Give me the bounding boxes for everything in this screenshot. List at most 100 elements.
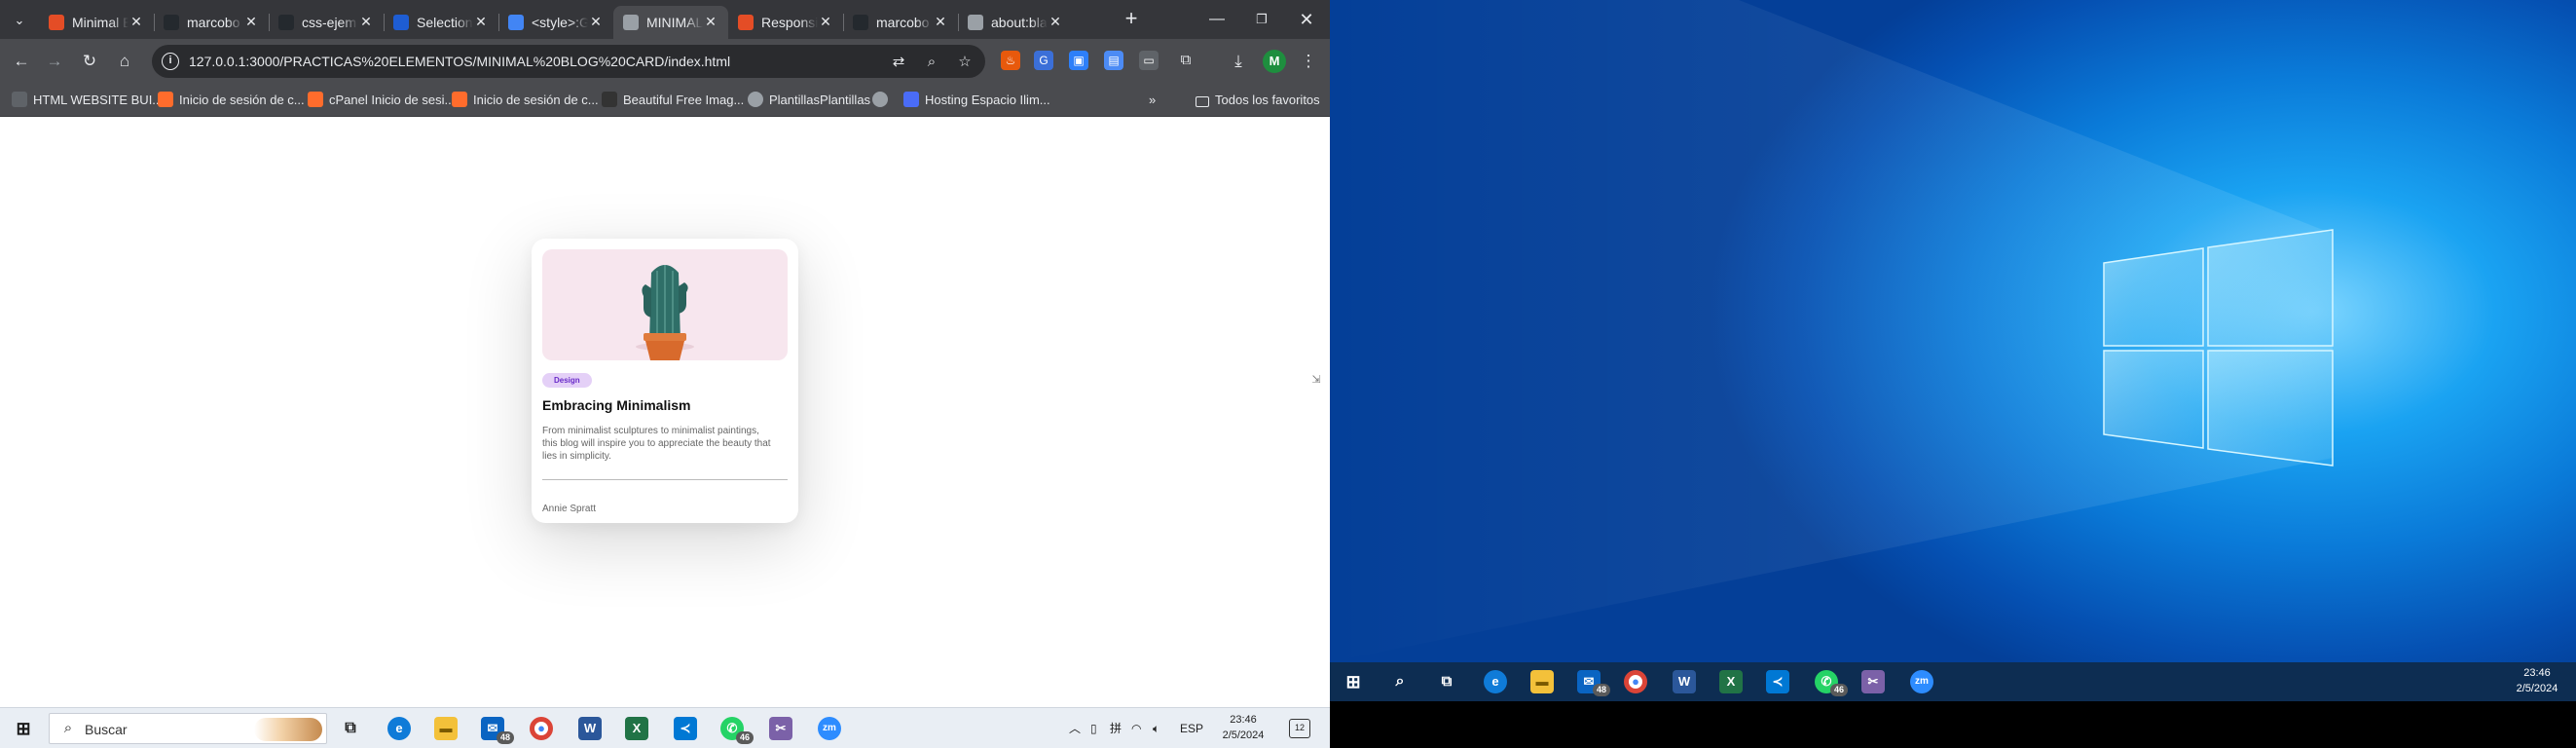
bookmark-item[interactable]: Inicio de sesión de c... <box>452 91 599 110</box>
web-page-content: Design Embracing Minimalism From minimal… <box>0 118 1330 707</box>
edge-icon-right[interactable]: e <box>1484 670 1507 693</box>
tray-device-icon[interactable]: ▯ <box>1090 720 1097 737</box>
extension-doc-icon[interactable]: ▤ <box>1104 51 1123 70</box>
chrome-icon-right[interactable]: ● <box>1624 670 1647 693</box>
tab-title: Minimal B <box>72 15 129 30</box>
translate-icon[interactable]: ⇄ <box>888 52 909 73</box>
tab-close-icon[interactable]: ✕ <box>588 14 604 29</box>
excel-icon[interactable]: X <box>625 717 648 740</box>
downloads-icon[interactable]: ⤓ <box>1227 50 1250 73</box>
browser-tab[interactable]: about:bla ✕ <box>958 6 1073 39</box>
bookmark-item[interactable]: HTML WEBSITE BUI... <box>12 91 163 110</box>
bookmark-item[interactable]: Inicio de sesión de c... <box>158 91 305 110</box>
browser-tab[interactable]: Responsi ✕ <box>728 6 843 39</box>
task-view-icon[interactable]: ⧉ <box>339 717 362 740</box>
volume-icon[interactable]: 🔈︎ <box>1153 720 1159 737</box>
bookmark-item[interactable]: cPanel Inicio de sesi... <box>308 91 455 110</box>
globe-icon <box>872 92 888 107</box>
bookmark-star-icon[interactable]: ☆ <box>954 52 975 73</box>
category-badge[interactable]: Design <box>542 373 592 388</box>
app-snip-icon-right[interactable]: ✂ <box>1861 670 1885 693</box>
reload-icon[interactable]: ↻ <box>78 50 101 73</box>
clock-right[interactable]: 23:46 2/5/2024 <box>2508 665 2566 696</box>
edge-icon[interactable]: e <box>387 717 411 740</box>
bookmark-label: Inicio de sesión de c... <box>179 93 305 107</box>
site-info-icon[interactable]: i <box>162 53 179 70</box>
tray-overflow-icon[interactable]: ︿ <box>1069 720 1081 737</box>
wifi-icon[interactable]: ◠ <box>1131 720 1141 737</box>
zoom-icon[interactable]: ⌕ <box>921 52 942 73</box>
search-highlight-image <box>254 718 322 741</box>
bookmarks-overflow-icon[interactable]: » <box>1149 91 1156 110</box>
browser-tab[interactable]: Selection ✕ <box>384 6 498 39</box>
extension-translate-icon[interactable]: G <box>1034 51 1053 70</box>
bookmark-label: Beautiful Free Imag... <box>623 93 745 107</box>
extensions-puzzle-icon[interactable]: ⧉ <box>1176 51 1196 70</box>
file-explorer-icon[interactable]: ▬ <box>434 717 458 740</box>
bookmark-item[interactable]: PlantillasPlantillas <box>748 91 870 110</box>
app-snip-icon[interactable]: ✂ <box>769 717 792 740</box>
browser-tab[interactable]: MINIMAL ✕ <box>613 6 728 39</box>
browser-tab[interactable]: css-ejem ✕ <box>269 6 384 39</box>
zoom-app-icon-right[interactable]: zm <box>1910 670 1933 693</box>
profile-avatar[interactable]: M <box>1263 50 1286 73</box>
tab-close-icon[interactable]: ✕ <box>703 14 718 29</box>
extension-window-icon[interactable]: ▣ <box>1069 51 1088 70</box>
vscode-icon[interactable]: ≺ <box>674 717 697 740</box>
address-bar[interactable]: i 127.0.0.1:3000/PRACTICAS%20ELEMENTOS/M… <box>152 45 985 78</box>
address-url[interactable]: 127.0.0.1:3000/PRACTICAS%20ELEMENTOS/MIN… <box>189 54 730 69</box>
menu-kebab-icon[interactable]: ⋮ <box>1297 50 1320 73</box>
tab-title: about:bla <box>991 15 1048 30</box>
extension-fire-icon[interactable]: ♨ <box>1001 51 1020 70</box>
tab-close-icon[interactable]: ✕ <box>933 14 948 29</box>
card-description: From minimalist sculptures to minimalist… <box>542 426 771 462</box>
bookmark-item[interactable]: Hosting Espacio Ilim... <box>903 91 1050 110</box>
all-bookmarks-folder[interactable]: Todos los favoritos <box>1196 91 1320 110</box>
card-divider <box>542 479 788 480</box>
browser-tab[interactable]: marcobo ✕ <box>843 6 958 39</box>
zoom-app-icon[interactable]: zm <box>818 717 841 740</box>
tab-close-icon[interactable]: ✕ <box>818 14 833 29</box>
clock[interactable]: 23:46 2/5/2024 <box>1215 712 1271 743</box>
start-windows-icon-right[interactable]: ⊞ <box>1342 670 1365 693</box>
bookmark-item[interactable]: Beautiful Free Imag... <box>602 91 744 110</box>
close-window-button[interactable]: ✕ <box>1285 6 1328 33</box>
extension-tab-icon[interactable]: ▭ <box>1139 51 1159 70</box>
browser-tab[interactable]: Minimal B ✕ <box>39 6 154 39</box>
tab-close-icon[interactable]: ✕ <box>358 14 374 29</box>
tab-close-icon[interactable]: ✕ <box>243 14 259 29</box>
bookmark-item[interactable] <box>872 91 894 110</box>
tab-separator <box>154 14 155 31</box>
excel-icon-right[interactable]: X <box>1719 670 1743 693</box>
tray-ime-icon[interactable]: 拼 <box>1110 720 1122 737</box>
browser-tab[interactable]: <style>:G ✕ <box>498 6 613 39</box>
minimize-button[interactable]: — <box>1196 6 1238 33</box>
back-arrow-icon[interactable]: ← <box>10 50 33 73</box>
vscode-icon-right[interactable]: ≺ <box>1766 670 1789 693</box>
file-explorer-icon-right[interactable]: ▬ <box>1530 670 1554 693</box>
forward-arrow-icon[interactable]: → <box>43 50 66 73</box>
camera-icon <box>602 92 617 107</box>
taskbar-search-box[interactable]: ⌕ Buscar <box>49 713 327 744</box>
new-tab-button[interactable]: + <box>1120 8 1143 31</box>
search-icon-right[interactable]: ⌕ <box>1388 670 1412 693</box>
restore-button[interactable]: ❐ <box>1240 6 1283 33</box>
task-view-icon-right[interactable]: ⧉ <box>1435 670 1458 693</box>
tab-close-icon[interactable]: ✕ <box>1048 14 1063 29</box>
language-indicator[interactable]: ESP <box>1180 720 1203 737</box>
home-icon[interactable]: ⌂ <box>113 50 136 73</box>
tab-close-icon[interactable]: ✕ <box>473 14 489 29</box>
notification-center-icon[interactable]: 12 <box>1289 719 1310 738</box>
start-windows-icon[interactable]: ⊞ <box>12 717 35 740</box>
tab-close-icon[interactable]: ✕ <box>129 14 144 29</box>
side-panel-icon[interactable]: ⇲ <box>1308 372 1324 388</box>
chrome-icon[interactable]: ● <box>530 717 553 740</box>
word-icon-right[interactable]: W <box>1673 670 1696 693</box>
tab-search-chevron-icon[interactable]: ⌄ <box>8 9 31 32</box>
browser-tab[interactable]: marcobo ✕ <box>154 6 269 39</box>
bookmark-label: cPanel Inicio de sesi... <box>329 93 456 107</box>
word-icon[interactable]: W <box>578 717 602 740</box>
globe-icon <box>748 92 763 107</box>
globe-icon <box>968 15 983 30</box>
google-icon <box>508 15 524 30</box>
